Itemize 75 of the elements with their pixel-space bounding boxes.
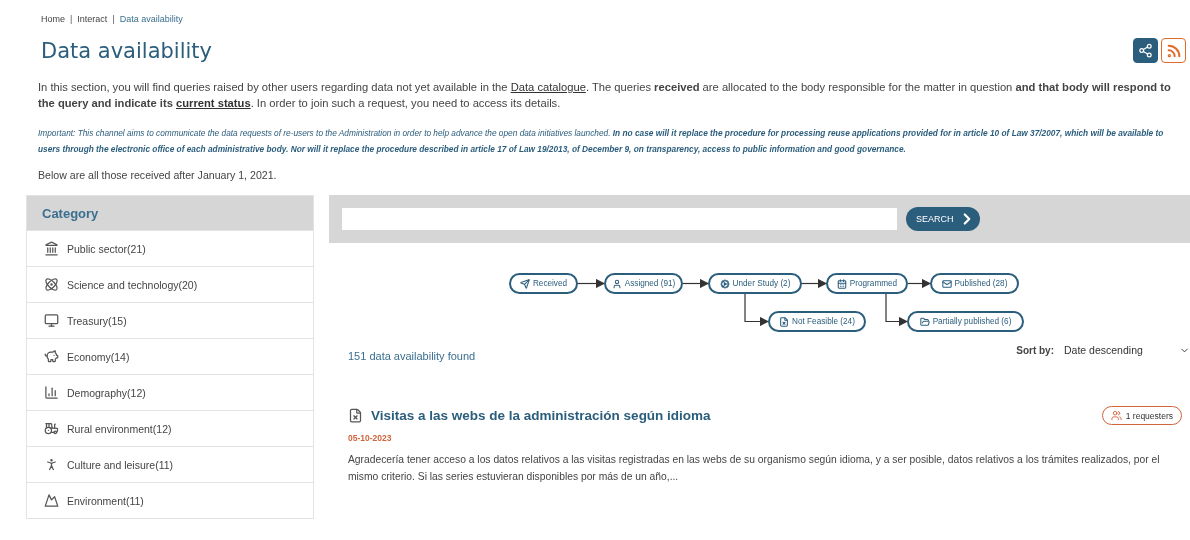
flow-arrow bbox=[682, 278, 710, 289]
status-label: Not Feasible (24) bbox=[792, 317, 855, 326]
category-item[interactable]: Science and technology(20) bbox=[27, 266, 313, 302]
intro-text: In this section, you will find queries raised by other users regarding data not yet available in the Data catalogue. The queries received are allocated to the body responsible for the matter in question and that body will respond to the query and indicate its current status. In order to join such a request, you need to access its details. bbox=[38, 80, 1172, 111]
mail-icon bbox=[941, 278, 952, 289]
add-request-button[interactable] bbox=[1133, 38, 1158, 63]
category-item[interactable]: Environment(11) bbox=[27, 482, 313, 518]
status-node[interactable]: Partially published (6) bbox=[907, 311, 1024, 332]
calendar-icon bbox=[836, 278, 847, 289]
status-label: Under Study (2) bbox=[732, 279, 791, 288]
building-icon bbox=[44, 241, 59, 256]
status-node[interactable]: Assigned (91) bbox=[604, 273, 683, 294]
breadcrumb-link[interactable]: Data availability bbox=[119, 14, 183, 24]
share-icon bbox=[1138, 43, 1153, 58]
folder-icon bbox=[919, 316, 930, 327]
page-title: Data availability bbox=[41, 38, 212, 63]
status-label: Assigned (91) bbox=[624, 279, 676, 288]
category-label: Environment(11) bbox=[67, 494, 144, 507]
category-label: Demography(12) bbox=[67, 386, 146, 399]
category-item[interactable]: Demography(12) bbox=[27, 374, 313, 410]
search-field[interactable] bbox=[342, 208, 897, 230]
flow-arrow bbox=[744, 293, 770, 327]
rss-button[interactable] bbox=[1161, 38, 1186, 63]
search-button[interactable]: SEARCH bbox=[906, 207, 980, 231]
flow-arrow bbox=[907, 278, 932, 289]
atom-icon bbox=[44, 277, 59, 292]
status-node[interactable]: Received bbox=[509, 273, 578, 294]
result-summary: Agradecería tener acceso a los datos relativos a las visitas registradas en las webs de su organismo según idioma, y a ser posible, datos relativos a los trámites realizados, por el mismo criterio. Si las series estuvieran disponibles por más de un año,... bbox=[348, 453, 1161, 484]
breadcrumb-separator: | bbox=[70, 14, 73, 24]
result-title[interactable]: Visitas a las webs de la administración según idioma bbox=[348, 408, 711, 423]
status-label: Partially published (6) bbox=[932, 317, 1012, 326]
chart-icon bbox=[44, 385, 59, 400]
breadcrumb-link[interactable]: Home bbox=[41, 14, 65, 24]
status-label: Programmed bbox=[849, 279, 898, 288]
breadcrumb-link[interactable]: Interact bbox=[77, 14, 108, 24]
category-label: Economy(14) bbox=[67, 350, 130, 363]
category-label: Science and technology(20) bbox=[67, 278, 198, 291]
rss-icon bbox=[1165, 42, 1182, 59]
sort-select[interactable]: Date descending bbox=[1064, 344, 1190, 356]
status-node[interactable]: Published (28) bbox=[930, 273, 1019, 294]
flow-arrow bbox=[801, 278, 828, 289]
category-label: Rural environment(12) bbox=[67, 422, 172, 435]
category-label: Public sector(21) bbox=[67, 242, 146, 255]
status-node[interactable]: Programmed bbox=[826, 273, 908, 294]
category-item[interactable]: Treasury(15) bbox=[27, 302, 313, 338]
category-item[interactable]: Economy(14) bbox=[27, 338, 313, 374]
tractor-icon bbox=[44, 421, 59, 436]
users-icon bbox=[1110, 410, 1122, 421]
category-item[interactable]: Culture and leisure(11) bbox=[27, 446, 313, 482]
status-label: Published (28) bbox=[954, 279, 1008, 288]
category-item[interactable]: Public sector(21) bbox=[27, 230, 313, 266]
result-date: 05-10-2023 bbox=[348, 433, 393, 443]
category-header: Category bbox=[27, 196, 313, 230]
flow-arrow bbox=[577, 278, 606, 289]
file-x-icon bbox=[348, 408, 363, 423]
monitor-icon bbox=[44, 313, 59, 328]
category-label: Culture and leisure(11) bbox=[67, 458, 174, 471]
status-node[interactable]: Under Study (2) bbox=[708, 273, 802, 294]
status-label: Received bbox=[532, 279, 568, 288]
inline-link[interactable]: Data catalogue bbox=[510, 81, 586, 93]
category-item[interactable]: Rural environment(12) bbox=[27, 410, 313, 446]
results-count: 151 data availability found bbox=[348, 350, 476, 362]
breadcrumb-separator: | bbox=[112, 14, 115, 24]
piggy-bank-icon bbox=[44, 349, 59, 364]
file-x-icon bbox=[779, 316, 790, 327]
received-note: Below are all those received after January 1, 2021. bbox=[38, 169, 278, 181]
sort-label: Sort by: bbox=[1016, 344, 1054, 356]
user-icon bbox=[611, 278, 622, 289]
send-icon bbox=[519, 278, 530, 289]
important-note: Important: This channel aims to communicate the data requests of re-users to the Administration in order to help advance the open data initiatives launched. In no case will it replace the procedure for processing reuse applications provided for in article 10 of Law 37/2007, which will be available to users through the electronic office of each administrative body. Nor will it replace the procedure described in article 17 of Law 19/2013, of December 9, on transparency, access to public information and good governance. bbox=[38, 127, 1165, 156]
category-label: Treasury(15) bbox=[67, 314, 127, 327]
mountain-icon bbox=[44, 493, 59, 508]
flow-arrow bbox=[885, 293, 909, 327]
status-node[interactable]: Not Feasible (24) bbox=[768, 311, 866, 332]
inline-link[interactable]: current status bbox=[176, 97, 251, 109]
